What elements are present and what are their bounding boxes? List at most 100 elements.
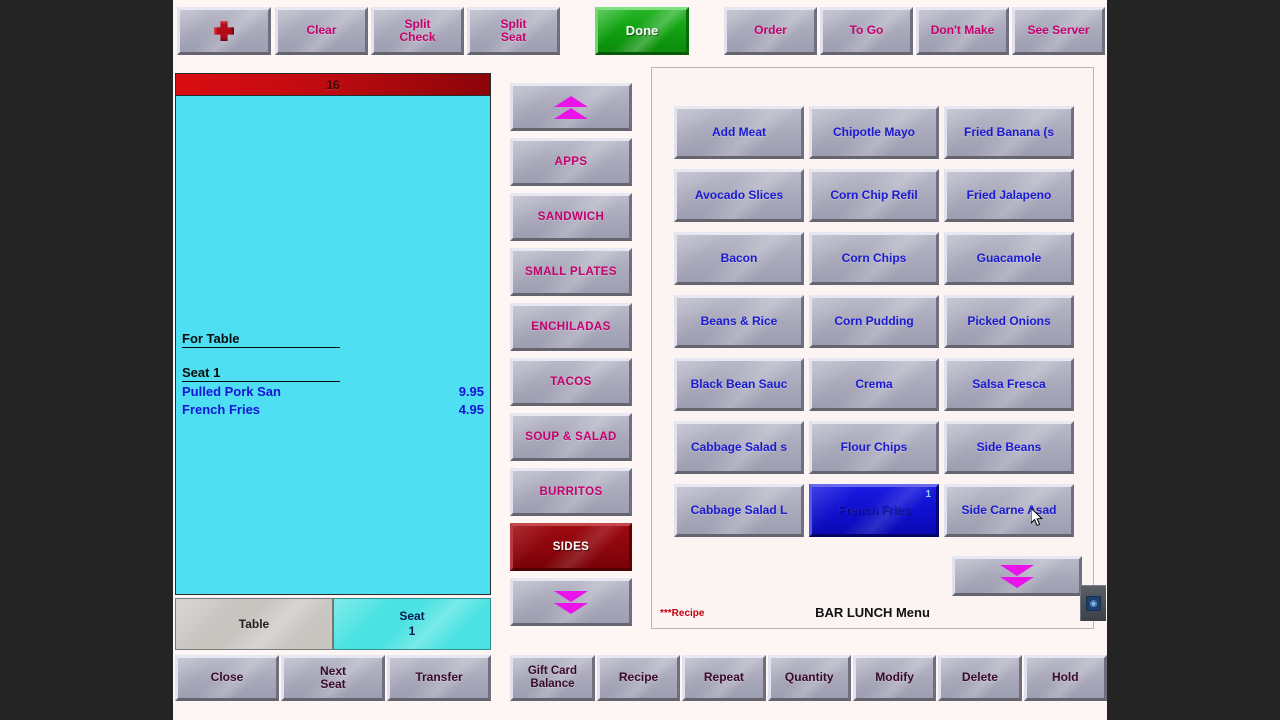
menu-item-label: Black Bean Sauc <box>690 376 788 391</box>
menu-item-button[interactable]: Corn Pudding <box>809 295 939 348</box>
category-small-plates[interactable]: SMALL PLATES <box>510 248 632 296</box>
done-button[interactable]: Done <box>595 7 689 55</box>
button-label: Split Seat <box>500 16 527 44</box>
button-label: Split Check <box>399 16 436 44</box>
menu-item-button[interactable]: Avocado Slices <box>674 169 804 222</box>
button-label: Recipe <box>618 670 659 685</box>
button-label: Don't Make <box>930 23 995 38</box>
button-label: ENCHILADAS <box>531 320 611 333</box>
menu-item-button[interactable]: Corn Chips <box>809 232 939 285</box>
menu-item-grid: Add Meat Chipotle Mayo Fried Banana (s Avoc… <box>674 106 1082 537</box>
menu-item-button[interactable]: Cabbage Salad s <box>674 421 804 474</box>
menu-item-button[interactable]: Chipotle Mayo <box>809 106 939 159</box>
button-label: Clear <box>306 23 337 38</box>
next-seat-button[interactable]: Next Seat <box>281 655 385 701</box>
menu-item-label: French Fries <box>837 502 911 517</box>
menu-item-button[interactable]: Side Beans <box>944 421 1074 474</box>
menu-item-label: Guacamole <box>976 250 1042 265</box>
split-check-button[interactable]: Split Check <box>371 7 464 55</box>
menu-item-label: Fried Banana (s <box>963 124 1055 139</box>
check-item-price: 4.95 <box>458 402 484 417</box>
dont-make-button[interactable]: Don't Make <box>916 7 1009 55</box>
category-sandwich[interactable]: SANDWICH <box>510 193 632 241</box>
scroll-down-button[interactable] <box>510 578 632 626</box>
category-apps[interactable]: APPS <box>510 138 632 186</box>
menu-item-label: Bacon <box>720 250 758 265</box>
menu-item-button[interactable]: Crema <box>809 358 939 411</box>
red-cross-icon <box>214 21 234 41</box>
menu-item-label: Salsa Fresca <box>972 376 1046 391</box>
menu-item-button[interactable]: Fried Banana (s <box>944 106 1074 159</box>
button-label: Repeat <box>703 670 744 685</box>
bottom-toolbar: Gift Card Balance Recipe Repeat Quantity Mod… <box>510 655 1107 701</box>
button-label: Modify <box>875 670 914 685</box>
menu-item-label: Picked Onions <box>967 313 1051 328</box>
check-item-row[interactable]: Pulled Pork San 9.95 <box>182 384 484 399</box>
menu-panel: Add Meat Chipotle Mayo Fried Banana (s Avoc… <box>651 67 1094 629</box>
to-go-button[interactable]: To Go <box>820 7 913 55</box>
check-item-price: 9.95 <box>458 384 484 399</box>
see-server-button[interactable]: See Server <box>1012 7 1105 55</box>
menu-item-button[interactable]: Bacon <box>674 232 804 285</box>
chevron-up-icon <box>554 95 588 119</box>
menu-item-button[interactable]: French Fries 1 <box>809 484 939 537</box>
dock-tab[interactable]: ◉ <box>1080 585 1106 621</box>
menu-item-button[interactable]: Beans & Rice <box>674 295 804 348</box>
menu-item-button[interactable]: Cabbage Salad L <box>674 484 804 537</box>
menu-item-button[interactable]: Flour Chips <box>809 421 939 474</box>
for-table-label: For Table <box>182 331 340 348</box>
menu-item-button[interactable]: Side Carne Asad <box>944 484 1074 537</box>
chevron-down-icon <box>554 590 588 614</box>
menu-item-button[interactable]: Picked Onions <box>944 295 1074 348</box>
button-label: See Server <box>1027 23 1090 38</box>
check-item-row[interactable]: French Fries 4.95 <box>182 402 484 417</box>
delete-button[interactable]: Delete <box>938 655 1022 701</box>
button-label: Order <box>754 23 787 38</box>
quantity-badge: 1 <box>925 489 931 500</box>
menu-item-label: Chipotle Mayo <box>832 124 915 139</box>
order-button[interactable]: Order <box>724 7 817 55</box>
red-cross-icon-button[interactable] <box>177 7 271 55</box>
category-burritos[interactable]: BURRITOS <box>510 468 632 516</box>
menu-item-button[interactable]: Corn Chip Refil <box>809 169 939 222</box>
menu-item-button[interactable]: Guacamole <box>944 232 1074 285</box>
gift-card-balance-button[interactable]: Gift Card Balance <box>510 655 595 701</box>
modify-button[interactable]: Modify <box>852 655 937 701</box>
top-toolbar: Clear Split Check Split Seat Done Order To Go… <box>173 7 1107 57</box>
menu-item-button[interactable]: Black Bean Sauc <box>674 358 804 411</box>
menu-item-label: Crema <box>855 376 893 391</box>
category-enchiladas[interactable]: ENCHILADAS <box>510 303 632 351</box>
button-label: SMALL PLATES <box>525 265 617 278</box>
menu-item-label: Corn Pudding <box>834 313 914 328</box>
button-label: BURRITOS <box>539 485 603 498</box>
category-soup-salad[interactable]: SOUP & SALAD <box>510 413 632 461</box>
button-label: APPS <box>554 155 588 168</box>
menu-item-button[interactable]: Add Meat <box>674 106 804 159</box>
button-label: SOUP & SALAD <box>525 430 617 443</box>
menu-item-button[interactable]: Salsa Fresca <box>944 358 1074 411</box>
category-column: APPS SANDWICH SMALL PLATES ENCHILADAS TACOS S… <box>510 83 638 645</box>
recipe-button[interactable]: Recipe <box>596 655 681 701</box>
menu-title: BAR LUNCH Menu <box>815 605 930 620</box>
hold-button[interactable]: Hold <box>1023 655 1107 701</box>
button-label: TACOS <box>550 375 592 388</box>
scroll-up-button[interactable] <box>510 83 632 131</box>
category-sides[interactable]: SIDES <box>510 523 632 571</box>
seat-tab[interactable]: Seat 1 <box>333 598 491 650</box>
check-body[interactable]: For Table Seat 1 Pulled Pork San 9.95 Fren… <box>176 96 490 594</box>
button-label: SANDWICH <box>537 210 605 223</box>
repeat-button[interactable]: Repeat <box>682 655 766 701</box>
category-tacos[interactable]: TACOS <box>510 358 632 406</box>
menu-item-button[interactable]: Fried Jalapeno <box>944 169 1074 222</box>
menu-item-label: Cabbage Salad L <box>690 502 788 517</box>
clear-button[interactable]: Clear <box>275 7 368 55</box>
menu-page-down-button[interactable] <box>952 556 1082 596</box>
button-label: SIDES <box>552 540 590 553</box>
menu-item-label: Cabbage Salad s <box>690 439 788 454</box>
split-seat-button[interactable]: Split Seat <box>467 7 560 55</box>
table-tab[interactable]: Table <box>175 598 333 650</box>
close-button[interactable]: Close <box>175 655 279 701</box>
transfer-button[interactable]: Transfer <box>387 655 491 701</box>
quantity-button[interactable]: Quantity <box>767 655 851 701</box>
button-label: Done <box>625 22 659 38</box>
